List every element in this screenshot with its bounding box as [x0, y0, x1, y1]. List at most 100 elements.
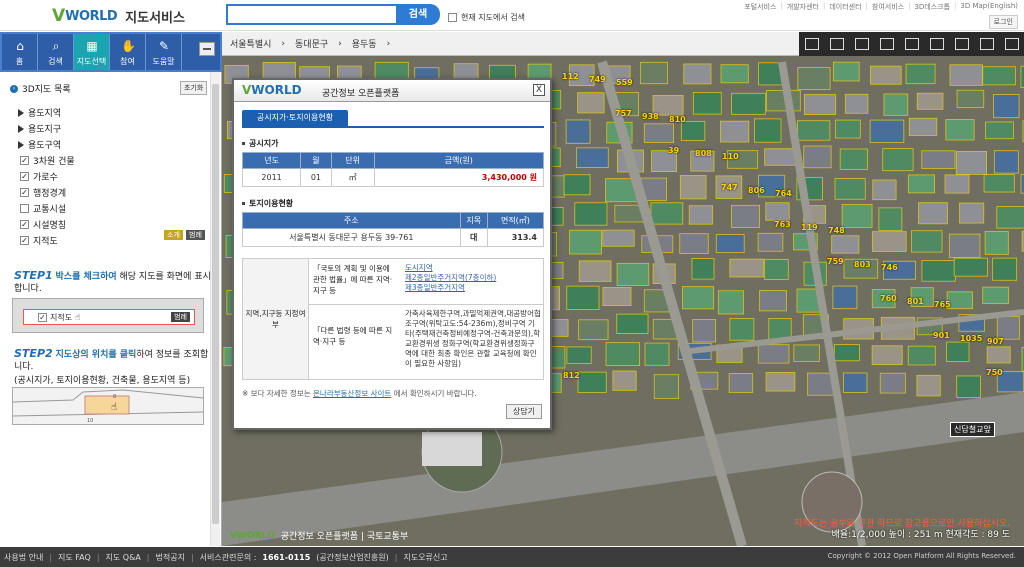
- layer-checkbox[interactable]: ✓: [20, 188, 29, 197]
- layer-item[interactable]: ✓ 가로수: [20, 170, 58, 183]
- tool-area-icon[interactable]: [854, 38, 869, 50]
- building: [643, 123, 674, 143]
- login-button[interactable]: 로그인: [988, 15, 1018, 29]
- scroll-thumb[interactable]: [212, 84, 219, 524]
- current-map-search-option[interactable]: 현재 지도에서 검색: [448, 12, 525, 23]
- breadcrumb-district[interactable]: 동대문구: [295, 37, 328, 50]
- layer-checkbox[interactable]: ✓: [20, 172, 29, 181]
- demo-checkbox: ✓: [38, 313, 47, 322]
- tool-measure-icon[interactable]: [829, 38, 844, 50]
- building: [692, 319, 717, 343]
- layer-item[interactable]: ✓ 시설명칭: [20, 218, 66, 231]
- layer-label: 가로수: [33, 173, 58, 183]
- zone-link-residential-3[interactable]: 제3종일반주거지역: [405, 283, 541, 293]
- building: [996, 316, 1020, 340]
- nav-map-select[interactable]: ▦ 지도선택: [74, 34, 110, 70]
- building: [759, 290, 787, 312]
- tool-grid-icon[interactable]: [929, 38, 944, 50]
- layer-item[interactable]: ✓ 3차원 건물: [20, 154, 75, 167]
- parcel-label: 907: [987, 337, 1004, 346]
- layer-label: 시설명칭: [33, 221, 67, 231]
- nav-search[interactable]: ⌕ 검색: [38, 34, 74, 70]
- building: [576, 147, 609, 168]
- left-scrollbar[interactable]: [210, 72, 220, 546]
- building: [908, 117, 938, 136]
- left-panel: ⌂ 홈 ⌕ 검색 ▦ 지도선택 ✋ 참여 ✎ 도움말 › 3D지도 목록 초기화 용도지역 용도지…: [0, 32, 222, 546]
- tool-layers-icon[interactable]: [804, 38, 819, 50]
- layer-checkbox[interactable]: ✓: [20, 236, 29, 245]
- building: [683, 63, 712, 85]
- footer-report-error[interactable]: 지도오류신고: [403, 552, 447, 563]
- search-icon: ⌕: [52, 39, 60, 53]
- parcel-label: 112: [562, 72, 579, 81]
- breadcrumb-dong[interactable]: 용두동: [352, 37, 377, 50]
- building: [834, 119, 861, 139]
- tab-land-price[interactable]: 공시지가·토지이용현황: [242, 110, 348, 126]
- tool-settings-icon[interactable]: [1004, 38, 1019, 50]
- detail-button[interactable]: 상담기: [505, 404, 542, 419]
- nav-label: 홈: [15, 57, 24, 66]
- nav-participate[interactable]: ✋ 참여: [110, 34, 146, 70]
- building: [832, 285, 858, 310]
- link-portal[interactable]: 포털서비스: [744, 2, 776, 12]
- search-button[interactable]: 검색: [396, 4, 440, 25]
- close-icon[interactable]: X: [533, 84, 545, 96]
- tool-fullscreen-icon[interactable]: [979, 38, 994, 50]
- current-map-checkbox[interactable]: [448, 13, 457, 22]
- breadcrumb-city[interactable]: 서울특별시: [230, 37, 271, 50]
- zone-link-urban[interactable]: 도시지역: [405, 263, 541, 273]
- expand-icon: [18, 108, 24, 117]
- footer-phone: 1661-0115: [262, 552, 311, 562]
- link-3d-map-english[interactable]: 3D Map(English): [960, 2, 1018, 12]
- legend-tag[interactable]: 범례: [186, 230, 205, 240]
- footer-faq[interactable]: 지도 FAQ: [58, 552, 91, 563]
- zone-link-residential-2[interactable]: 제2종일반주거지역(7층이하): [405, 273, 541, 283]
- table-header: 년도 월 단위 금액(원): [241, 152, 545, 169]
- onnara-link[interactable]: 온나라부동산정보 사이트: [313, 389, 391, 398]
- reset-button[interactable]: 초기화: [180, 81, 208, 95]
- nav-help[interactable]: ✎ 도움말: [146, 34, 182, 70]
- table-row: 2011 01 ㎡ 3,430,000 원: [241, 168, 545, 187]
- group-use-zone[interactable]: 용도구역: [18, 138, 61, 151]
- tool-split-icon[interactable]: [954, 38, 969, 50]
- building: [679, 233, 709, 255]
- layer-item[interactable]: ✓ 행정경계: [20, 186, 66, 199]
- building: [653, 374, 680, 399]
- layer-item[interactable]: ✓ 지적도: [20, 234, 58, 247]
- footer-guide[interactable]: 사용법 안내: [4, 552, 43, 563]
- search-input[interactable]: [226, 4, 396, 25]
- cell-address: 서울특별시 동대문구 용두동 39-761: [242, 228, 461, 247]
- tool-save-icon[interactable]: [879, 38, 894, 50]
- building: [797, 120, 831, 141]
- building: [578, 319, 609, 341]
- footer-legal[interactable]: 법적공지: [156, 552, 185, 563]
- layer-item[interactable]: 교통시설: [20, 202, 66, 215]
- building: [982, 286, 1009, 305]
- tool-print-icon[interactable]: [904, 38, 919, 50]
- zone-answer-other: 가축사육제한구역,과밀억제권역,대공방어협조구역(위탁고도:54-236m),정…: [405, 309, 541, 368]
- nav-home[interactable]: ⌂ 홈: [2, 34, 38, 70]
- link-data[interactable]: 데이터센터: [829, 2, 861, 12]
- layer-checkbox[interactable]: ✓: [20, 156, 29, 165]
- building: [616, 313, 649, 334]
- link-3d-desktop[interactable]: 3D데스크톱: [914, 2, 950, 12]
- layer-checkbox[interactable]: [20, 204, 29, 213]
- parcel-label: 110: [722, 152, 739, 161]
- intro-tag[interactable]: 소개: [164, 230, 183, 240]
- demo-legend-btn: 범례: [171, 312, 190, 322]
- zone-question-other: 「다른 법령 등에 따른 지역·지구 등: [313, 326, 393, 346]
- top-links: 포털서비스 | 개발자센터 | 데이터센터 | 참여서비스 | 3D데스크톱 | 3D M…: [744, 2, 1018, 12]
- group-use-district[interactable]: 용도지구: [18, 122, 61, 135]
- zone-answer-national: 도시지역 제2종일반주거지역(7층이하) 제3종일반주거지역: [405, 263, 541, 293]
- collapse-panel-button[interactable]: [199, 42, 215, 56]
- layer-checkbox[interactable]: ✓: [20, 220, 29, 229]
- building: [921, 260, 956, 282]
- group-use-area[interactable]: 용도지역: [18, 106, 61, 119]
- vworld-logo[interactable]: V WORLD 지도서비스: [52, 6, 185, 26]
- link-participate[interactable]: 참여서비스: [872, 2, 904, 12]
- building: [869, 65, 902, 85]
- cell-year: 2011: [241, 168, 302, 187]
- footer-qna[interactable]: 지도 Q&A: [106, 552, 141, 563]
- building: [797, 67, 831, 90]
- link-developer[interactable]: 개발자센터: [787, 2, 819, 12]
